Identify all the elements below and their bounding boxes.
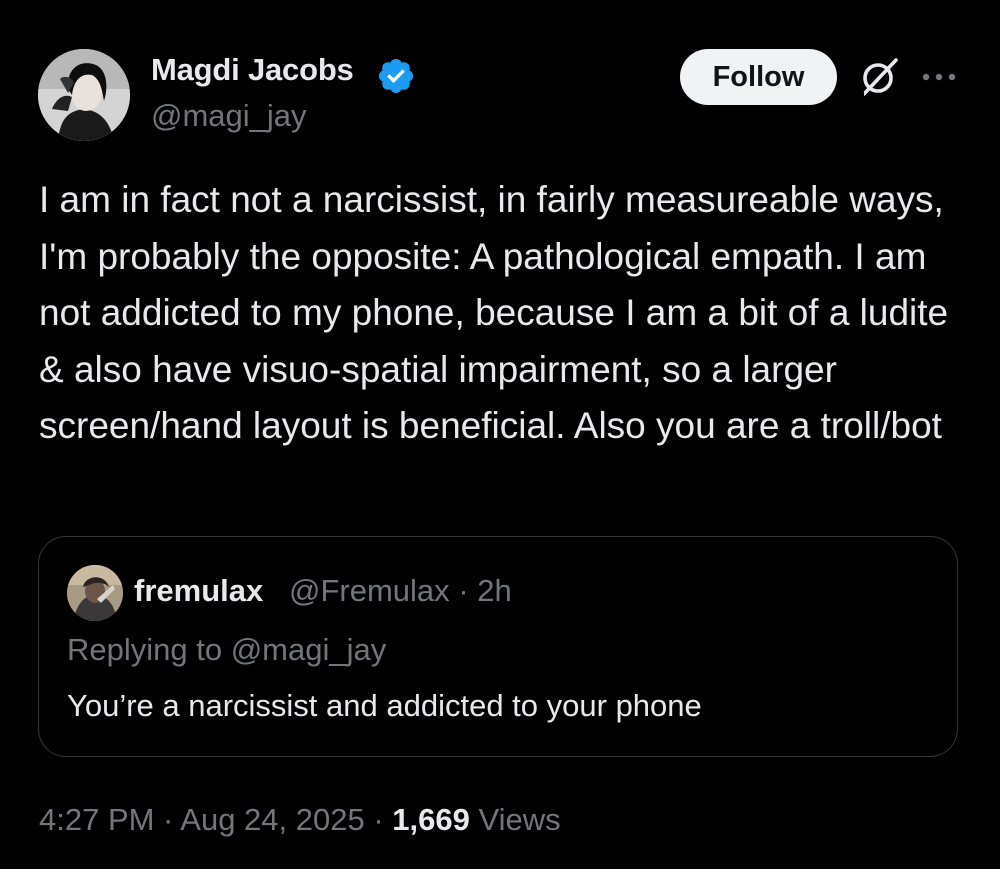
tweet-timestamp[interactable]: 4:27 PM · Aug 24, 2025 · <box>39 802 392 837</box>
quoted-tweet-text: You’re a narcissist and addicted to your… <box>67 688 702 723</box>
more-options-icon[interactable] <box>918 60 960 94</box>
views-label: Views <box>469 802 561 837</box>
quoted-author-name[interactable]: fremulax <box>134 573 263 609</box>
quoted-author-handle-time[interactable]: @Fremulax · 2h <box>289 573 512 609</box>
views-count: 1,669 <box>392 802 470 837</box>
author-avatar[interactable] <box>38 49 130 141</box>
author-name[interactable]: Magdi Jacobs <box>151 52 354 88</box>
author-handle[interactable]: @magi_jay <box>151 98 307 134</box>
quoted-replying-to: Replying to @magi_jay <box>67 632 387 667</box>
tweet-text: I am in fact not a narcissist, in fairly… <box>39 179 949 446</box>
quoted-author-avatar[interactable] <box>67 565 123 621</box>
grok-icon[interactable] <box>856 54 902 100</box>
verified-badge-icon <box>378 58 414 94</box>
follow-button[interactable]: Follow <box>680 49 837 105</box>
quoted-tweet[interactable]: fremulax @Fremulax · 2h Replying to @mag… <box>38 536 958 757</box>
quoted-avatar-photo <box>67 565 123 621</box>
tweet-meta: 4:27 PM · Aug 24, 2025 · 1,669 Views <box>39 802 561 838</box>
avatar-photo <box>38 49 130 141</box>
